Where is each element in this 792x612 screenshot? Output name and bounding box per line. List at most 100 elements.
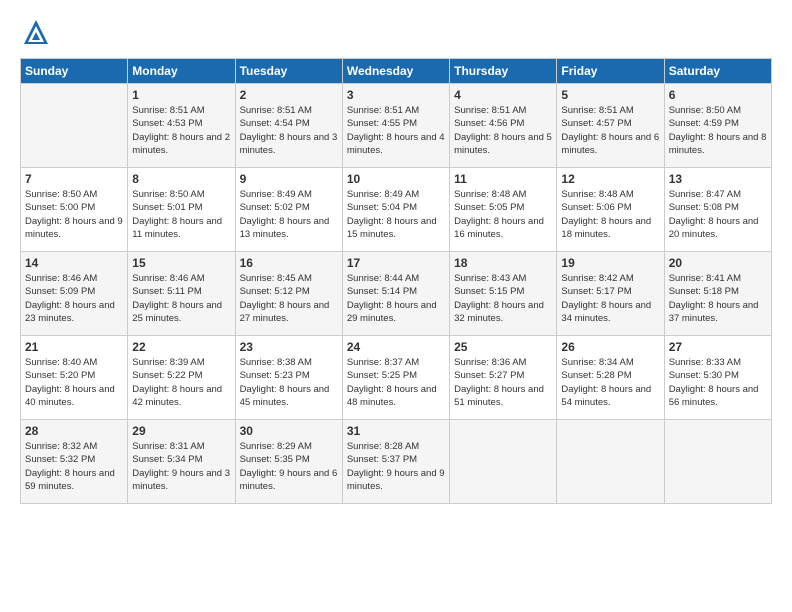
week-row-3: 14 Sunrise: 8:46 AMSunset: 5:09 PMDayligh…	[21, 252, 772, 336]
day-info: Sunrise: 8:51 AMSunset: 4:56 PMDaylight:…	[454, 104, 552, 157]
day-number: 16	[240, 256, 338, 270]
day-info: Sunrise: 8:42 AMSunset: 5:17 PMDaylight:…	[561, 272, 659, 325]
day-number: 22	[132, 340, 230, 354]
calendar-cell: 20 Sunrise: 8:41 AMSunset: 5:18 PMDayligh…	[664, 252, 771, 336]
day-info: Sunrise: 8:39 AMSunset: 5:22 PMDaylight:…	[132, 356, 230, 409]
week-row-2: 7 Sunrise: 8:50 AMSunset: 5:00 PMDaylight…	[21, 168, 772, 252]
day-number: 2	[240, 88, 338, 102]
day-number: 14	[25, 256, 123, 270]
calendar-cell: 1 Sunrise: 8:51 AMSunset: 4:53 PMDaylight…	[128, 84, 235, 168]
day-header-friday: Friday	[557, 59, 664, 84]
day-info: Sunrise: 8:51 AMSunset: 4:57 PMDaylight:…	[561, 104, 659, 157]
day-number: 19	[561, 256, 659, 270]
calendar-cell: 13Sunrise: 8:47 AMSunset: 5:08 PMDayligh…	[664, 168, 771, 252]
calendar-cell: 15 Sunrise: 8:46 AMSunset: 5:11 PMDayligh…	[128, 252, 235, 336]
day-number: 28	[25, 424, 123, 438]
day-number: 9	[240, 172, 338, 186]
day-info: Sunrise: 8:46 AMSunset: 5:09 PMDaylight:…	[25, 272, 123, 325]
day-number: 3	[347, 88, 445, 102]
calendar-cell: 5Sunrise: 8:51 AMSunset: 4:57 PMDaylight…	[557, 84, 664, 168]
day-info: Sunrise: 8:51 AMSunset: 4:55 PMDaylight:…	[347, 104, 445, 157]
header	[20, 16, 772, 48]
calendar-cell: 4 Sunrise: 8:51 AMSunset: 4:56 PMDaylight…	[450, 84, 557, 168]
day-number: 15	[132, 256, 230, 270]
day-number: 18	[454, 256, 552, 270]
day-info: Sunrise: 8:48 AMSunset: 5:05 PMDaylight:…	[454, 188, 552, 241]
day-info: Sunrise: 8:50 AMSunset: 5:00 PMDaylight:…	[25, 188, 123, 241]
calendar-cell: 22 Sunrise: 8:39 AMSunset: 5:22 PMDayligh…	[128, 336, 235, 420]
day-number: 7	[25, 172, 123, 186]
day-number: 6	[669, 88, 767, 102]
calendar-cell: 17 Sunrise: 8:44 AMSunset: 5:14 PMDayligh…	[342, 252, 449, 336]
calendar-cell: 10 Sunrise: 8:49 AMSunset: 5:04 PMDayligh…	[342, 168, 449, 252]
calendar-cell: 29 Sunrise: 8:31 AMSunset: 5:34 PMDayligh…	[128, 420, 235, 504]
day-number: 1	[132, 88, 230, 102]
day-number: 17	[347, 256, 445, 270]
day-info: Sunrise: 8:46 AMSunset: 5:11 PMDaylight:…	[132, 272, 230, 325]
day-info: Sunrise: 8:38 AMSunset: 5:23 PMDaylight:…	[240, 356, 338, 409]
day-info: Sunrise: 8:36 AMSunset: 5:27 PMDaylight:…	[454, 356, 552, 409]
week-row-4: 21Sunrise: 8:40 AMSunset: 5:20 PMDayligh…	[21, 336, 772, 420]
day-number: 29	[132, 424, 230, 438]
day-number: 27	[669, 340, 767, 354]
day-number: 4	[454, 88, 552, 102]
day-number: 10	[347, 172, 445, 186]
day-info: Sunrise: 8:43 AMSunset: 5:15 PMDaylight:…	[454, 272, 552, 325]
calendar-cell: 27Sunrise: 8:33 AMSunset: 5:30 PMDayligh…	[664, 336, 771, 420]
day-info: Sunrise: 8:49 AMSunset: 5:04 PMDaylight:…	[347, 188, 445, 241]
calendar-cell: 25 Sunrise: 8:36 AMSunset: 5:27 PMDayligh…	[450, 336, 557, 420]
calendar-cell: 28Sunrise: 8:32 AMSunset: 5:32 PMDayligh…	[21, 420, 128, 504]
day-header-wednesday: Wednesday	[342, 59, 449, 84]
day-info: Sunrise: 8:37 AMSunset: 5:25 PMDaylight:…	[347, 356, 445, 409]
day-number: 25	[454, 340, 552, 354]
day-info: Sunrise: 8:50 AMSunset: 5:01 PMDaylight:…	[132, 188, 230, 241]
day-info: Sunrise: 8:40 AMSunset: 5:20 PMDaylight:…	[25, 356, 123, 409]
day-info: Sunrise: 8:49 AMSunset: 5:02 PMDaylight:…	[240, 188, 338, 241]
calendar-cell: 21Sunrise: 8:40 AMSunset: 5:20 PMDayligh…	[21, 336, 128, 420]
header-row: SundayMondayTuesdayWednesdayThursdayFrid…	[21, 59, 772, 84]
calendar-cell: 8 Sunrise: 8:50 AMSunset: 5:01 PMDaylight…	[128, 168, 235, 252]
day-number: 12	[561, 172, 659, 186]
day-info: Sunrise: 8:50 AMSunset: 4:59 PMDaylight:…	[669, 104, 767, 157]
day-number: 20	[669, 256, 767, 270]
calendar-cell: 18 Sunrise: 8:43 AMSunset: 5:15 PMDayligh…	[450, 252, 557, 336]
day-info: Sunrise: 8:28 AMSunset: 5:37 PMDaylight:…	[347, 440, 445, 493]
day-header-saturday: Saturday	[664, 59, 771, 84]
day-header-monday: Monday	[128, 59, 235, 84]
day-info: Sunrise: 8:29 AMSunset: 5:35 PMDaylight:…	[240, 440, 338, 493]
day-number: 23	[240, 340, 338, 354]
calendar-cell: 19 Sunrise: 8:42 AMSunset: 5:17 PMDayligh…	[557, 252, 664, 336]
calendar-cell: 7 Sunrise: 8:50 AMSunset: 5:00 PMDaylight…	[21, 168, 128, 252]
calendar-cell: 6 Sunrise: 8:50 AMSunset: 4:59 PMDaylight…	[664, 84, 771, 168]
day-number: 30	[240, 424, 338, 438]
calendar-cell: 24 Sunrise: 8:37 AMSunset: 5:25 PMDayligh…	[342, 336, 449, 420]
calendar-cell: 12 Sunrise: 8:48 AMSunset: 5:06 PMDayligh…	[557, 168, 664, 252]
day-info: Sunrise: 8:48 AMSunset: 5:06 PMDaylight:…	[561, 188, 659, 241]
calendar-cell: 14 Sunrise: 8:46 AMSunset: 5:09 PMDayligh…	[21, 252, 128, 336]
day-info: Sunrise: 8:44 AMSunset: 5:14 PMDaylight:…	[347, 272, 445, 325]
calendar-cell: 9 Sunrise: 8:49 AMSunset: 5:02 PMDaylight…	[235, 168, 342, 252]
calendar-cell	[557, 420, 664, 504]
week-row-1: 1 Sunrise: 8:51 AMSunset: 4:53 PMDaylight…	[21, 84, 772, 168]
calendar-cell: 31 Sunrise: 8:28 AMSunset: 5:37 PMDayligh…	[342, 420, 449, 504]
calendar-cell	[450, 420, 557, 504]
day-number: 11	[454, 172, 552, 186]
calendar-cell: 2Sunrise: 8:51 AMSunset: 4:54 PMDaylight…	[235, 84, 342, 168]
day-info: Sunrise: 8:41 AMSunset: 5:18 PMDaylight:…	[669, 272, 767, 325]
day-header-sunday: Sunday	[21, 59, 128, 84]
calendar-cell	[664, 420, 771, 504]
calendar-cell: 16Sunrise: 8:45 AMSunset: 5:12 PMDayligh…	[235, 252, 342, 336]
calendar-cell: 30 Sunrise: 8:29 AMSunset: 5:35 PMDayligh…	[235, 420, 342, 504]
day-number: 24	[347, 340, 445, 354]
day-number: 31	[347, 424, 445, 438]
day-info: Sunrise: 8:51 AMSunset: 4:53 PMDaylight:…	[132, 104, 230, 157]
week-row-5: 28Sunrise: 8:32 AMSunset: 5:32 PMDayligh…	[21, 420, 772, 504]
day-number: 26	[561, 340, 659, 354]
logo	[20, 16, 56, 48]
day-header-tuesday: Tuesday	[235, 59, 342, 84]
day-number: 13	[669, 172, 767, 186]
day-info: Sunrise: 8:31 AMSunset: 5:34 PMDaylight:…	[132, 440, 230, 493]
day-header-thursday: Thursday	[450, 59, 557, 84]
day-number: 8	[132, 172, 230, 186]
calendar-cell: 3 Sunrise: 8:51 AMSunset: 4:55 PMDaylight…	[342, 84, 449, 168]
